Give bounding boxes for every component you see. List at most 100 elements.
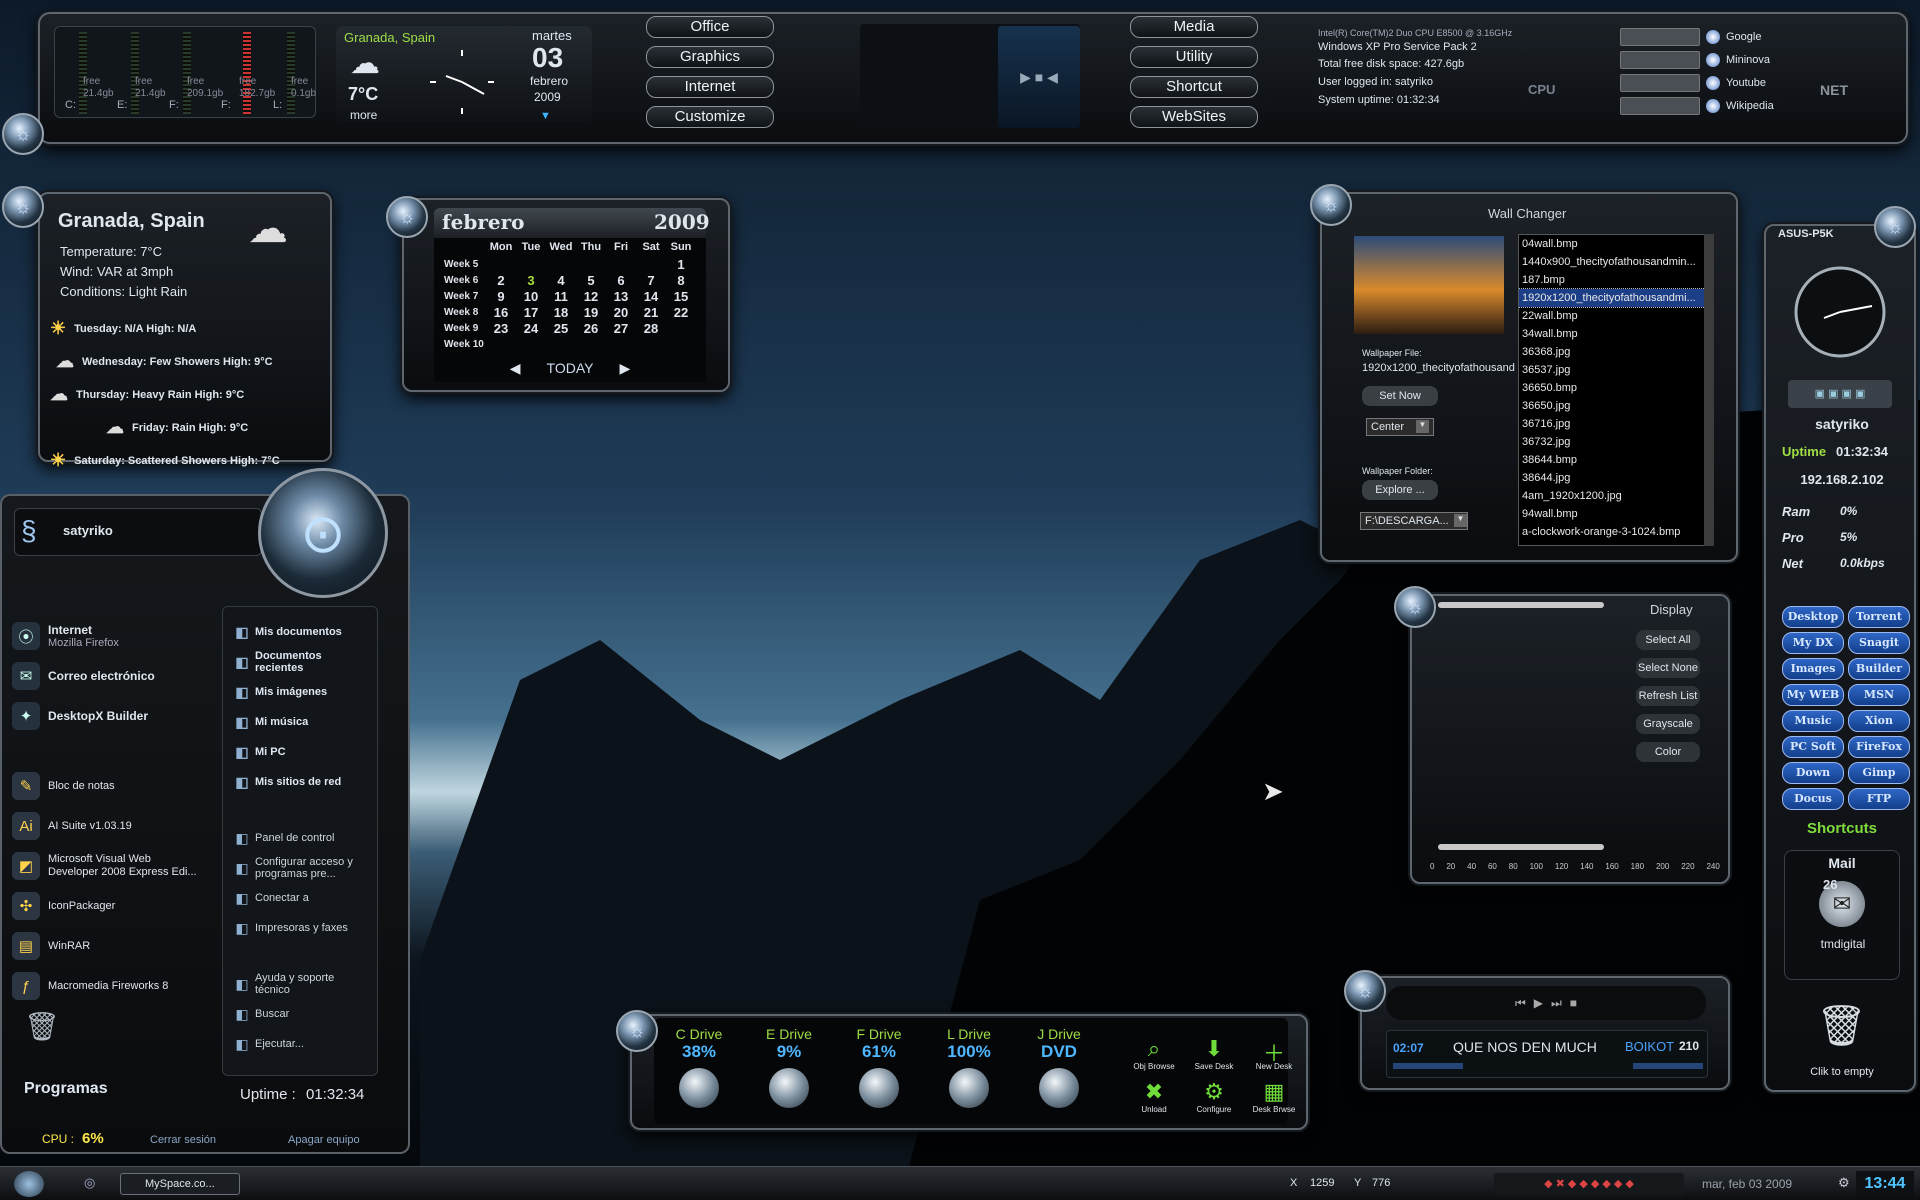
start-right-item[interactable]: ◧ Mis sitios de red — [233, 767, 371, 797]
display-orb-icon[interactable]: ☼ — [1394, 586, 1436, 628]
drive-gauge[interactable]: J Drive DVD — [1022, 1026, 1096, 1108]
wallpaper-file-item[interactable]: 22wall.bmp — [1519, 307, 1713, 325]
sidebar-link-images[interactable]: Images — [1782, 658, 1844, 680]
sidebar-link-my-dx[interactable]: My DX — [1782, 632, 1844, 654]
sidebar-link-docus[interactable]: Docus — [1782, 788, 1844, 810]
start-button[interactable] — [14, 1171, 44, 1197]
drive-action-new-desk[interactable]: ＋ New Desk — [1244, 1036, 1304, 1071]
wallpaper-file-item[interactable]: 36537.jpg — [1519, 361, 1713, 379]
launcher-office-button[interactable]: Office — [646, 16, 774, 38]
sidebar-link-snagit[interactable]: Snagit — [1848, 632, 1910, 654]
calendar-day[interactable]: 16 — [486, 305, 516, 320]
start-orb-icon[interactable]: ⊙ — [258, 468, 388, 598]
calendar-day[interactable]: 10 — [516, 289, 546, 304]
calendar-day[interactable]: 22 — [666, 305, 696, 320]
calendar-day[interactable]: 23 — [486, 321, 516, 336]
prev-track-icon[interactable]: ⏮ — [1515, 996, 1526, 1011]
drives-widget-orb-icon[interactable]: ☼ — [616, 1010, 658, 1052]
wallpaper-file-item[interactable]: 38644.bmp — [1519, 451, 1713, 469]
calendar-day[interactable]: 13 — [606, 289, 636, 304]
sidebar-link-msn[interactable]: MSN — [1848, 684, 1910, 706]
recent-program[interactable]: ◩ Microsoft Visual Web Developer 2008 Exp… — [12, 846, 222, 886]
start-right-item[interactable]: ◧ Mi PC — [233, 737, 371, 767]
wallpaper-file-item[interactable]: 94wall.bmp — [1519, 505, 1713, 523]
calendar-day[interactable]: 26 — [576, 321, 606, 336]
wallpaper-file-item[interactable]: a-clockwork-orange-3-1024.bmp — [1519, 523, 1713, 541]
start-right-item[interactable]: ◧ Panel de control — [233, 823, 371, 853]
calendar-day[interactable]: 1 — [666, 257, 696, 272]
search-engine-label[interactable]: Wikipedia — [1726, 100, 1774, 112]
wallpaper-file-item[interactable]: 36716.jpg — [1519, 415, 1713, 433]
start-right-item[interactable]: ◧ Mis imágenes — [233, 677, 371, 707]
start-right-item[interactable]: ◧ Configurar acceso y programas pre... — [233, 853, 371, 883]
sidebar-orb-icon[interactable]: ☼ — [1874, 206, 1916, 248]
wall-changer-orb-icon[interactable]: ☼ — [1310, 184, 1352, 226]
calendar-day[interactable]: 24 — [516, 321, 546, 336]
calendar-day[interactable]: 4 — [546, 273, 576, 288]
pinned-item[interactable]: ⦿ Internet Mozilla Firefox — [12, 616, 212, 656]
calendar-day[interactable]: 2 — [486, 273, 516, 288]
drive-gauge[interactable]: F Drive 61% — [842, 1026, 916, 1108]
display-refresh-list-button[interactable]: Refresh List — [1636, 686, 1700, 706]
prev-month-icon[interactable]: ◀ — [510, 360, 521, 377]
recent-program[interactable]: ✎ Bloc de notas — [12, 766, 222, 806]
folder-dropdown-icon[interactable]: ▼ — [1454, 514, 1467, 527]
start-right-item[interactable]: ◧ Ejecutar... — [233, 1029, 371, 1059]
sidebar-tools-icon[interactable]: ▣ ▣ ▣ ▣ — [1788, 380, 1892, 408]
display-color-button[interactable]: Color — [1636, 742, 1700, 762]
display-select-all-button[interactable]: Select All — [1636, 630, 1700, 650]
quicklaunch-icon[interactable]: ◎ — [84, 1175, 95, 1191]
drive-gauge[interactable]: C Drive 38% — [662, 1026, 736, 1108]
calendar-day[interactable]: 8 — [666, 273, 696, 288]
mode-dropdown-icon[interactable]: ▼ — [1416, 420, 1429, 433]
calendar-day[interactable]: 17 — [516, 305, 546, 320]
calendar-day[interactable]: 9 — [486, 289, 516, 304]
launcher-media-button[interactable]: Media — [1130, 16, 1258, 38]
display-select-none-button[interactable]: Select None — [1636, 658, 1700, 678]
sidebar-link-music[interactable]: Music — [1782, 710, 1844, 732]
wallpaper-file-item[interactable]: 38644.jpg — [1519, 469, 1713, 487]
topbar-orb-icon[interactable]: ☼ — [2, 113, 44, 155]
stop-icon[interactable]: ■ — [1570, 996, 1577, 1010]
search-input[interactable] — [1620, 28, 1700, 46]
sidebar-link-builder[interactable]: Builder — [1848, 658, 1910, 680]
set-now-button[interactable]: Set Now — [1362, 386, 1438, 406]
wallpaper-file-list[interactable]: 04wall.bmp 1440x900_thecityofathousandmin… — [1518, 234, 1714, 546]
start-right-item[interactable]: ◧ Mi música — [233, 707, 371, 737]
wallpaper-file-item[interactable]: 36732.jpg — [1519, 433, 1713, 451]
calendar-orb-icon[interactable]: ☼ — [386, 196, 428, 238]
wallpaper-file-item[interactable]: 187.bmp — [1519, 271, 1713, 289]
shutdown-link[interactable]: Apagar equipo — [288, 1134, 360, 1146]
calendar-day[interactable]: 3 — [516, 273, 546, 288]
sidebar-link-ftp[interactable]: FTP — [1848, 788, 1910, 810]
calendar-day[interactable]: 25 — [546, 321, 576, 336]
sidebar-link-my-web[interactable]: My WEB — [1782, 684, 1844, 706]
sidebar-link-firefox[interactable]: FireFox — [1848, 736, 1910, 758]
expand-arrow-icon[interactable]: ▼ — [540, 110, 551, 122]
calendar-day[interactable]: 28 — [636, 321, 666, 336]
taskbar-task-myspace[interactable]: MySpace.co... — [120, 1173, 240, 1195]
sidebar-link-torrent[interactable]: Torrent — [1848, 606, 1910, 628]
search-engine-label[interactable]: Google — [1726, 31, 1761, 43]
sidebar-link-down[interactable]: Down — [1782, 762, 1844, 784]
folder-select[interactable]: F:\DESCARGA... — [1360, 512, 1468, 530]
wallpaper-file-item[interactable]: 4am_1920x1200.jpg — [1519, 487, 1713, 505]
launcher-utility-button[interactable]: Utility — [1130, 46, 1258, 68]
calendar-day[interactable]: 7 — [636, 273, 666, 288]
wallpaper-file-item[interactable]: 34wall.bmp — [1519, 325, 1713, 343]
sidebar-link-gimp[interactable]: Gimp — [1848, 762, 1910, 784]
drive-action-configure[interactable]: ⚙ Configure — [1184, 1079, 1244, 1114]
drive-action-obj-browse[interactable]: ⌕ Obj Browse — [1124, 1036, 1184, 1071]
recycle-bin-icon[interactable]: 🗑 — [24, 1010, 60, 1043]
search-input[interactable] — [1620, 51, 1700, 69]
start-right-item[interactable]: ◧ Documentos recientes — [233, 647, 371, 677]
start-right-item[interactable]: ◧ Mis documentos — [233, 617, 371, 647]
calendar-day[interactable]: 27 — [606, 321, 636, 336]
recycle-bin-icon[interactable]: 🗑 — [1816, 1002, 1867, 1049]
drive-action-desk-brwse[interactable]: ▦ Desk Brwse — [1244, 1079, 1304, 1114]
launcher-shortcut-button[interactable]: Shortcut — [1130, 76, 1258, 98]
search-input[interactable] — [1620, 74, 1700, 92]
next-track-icon[interactable]: ⏭ — [1551, 996, 1562, 1011]
pinned-item[interactable]: ✉ Correo electrónico — [12, 656, 212, 696]
wallpaper-file-item[interactable]: 36650.jpg — [1519, 397, 1713, 415]
